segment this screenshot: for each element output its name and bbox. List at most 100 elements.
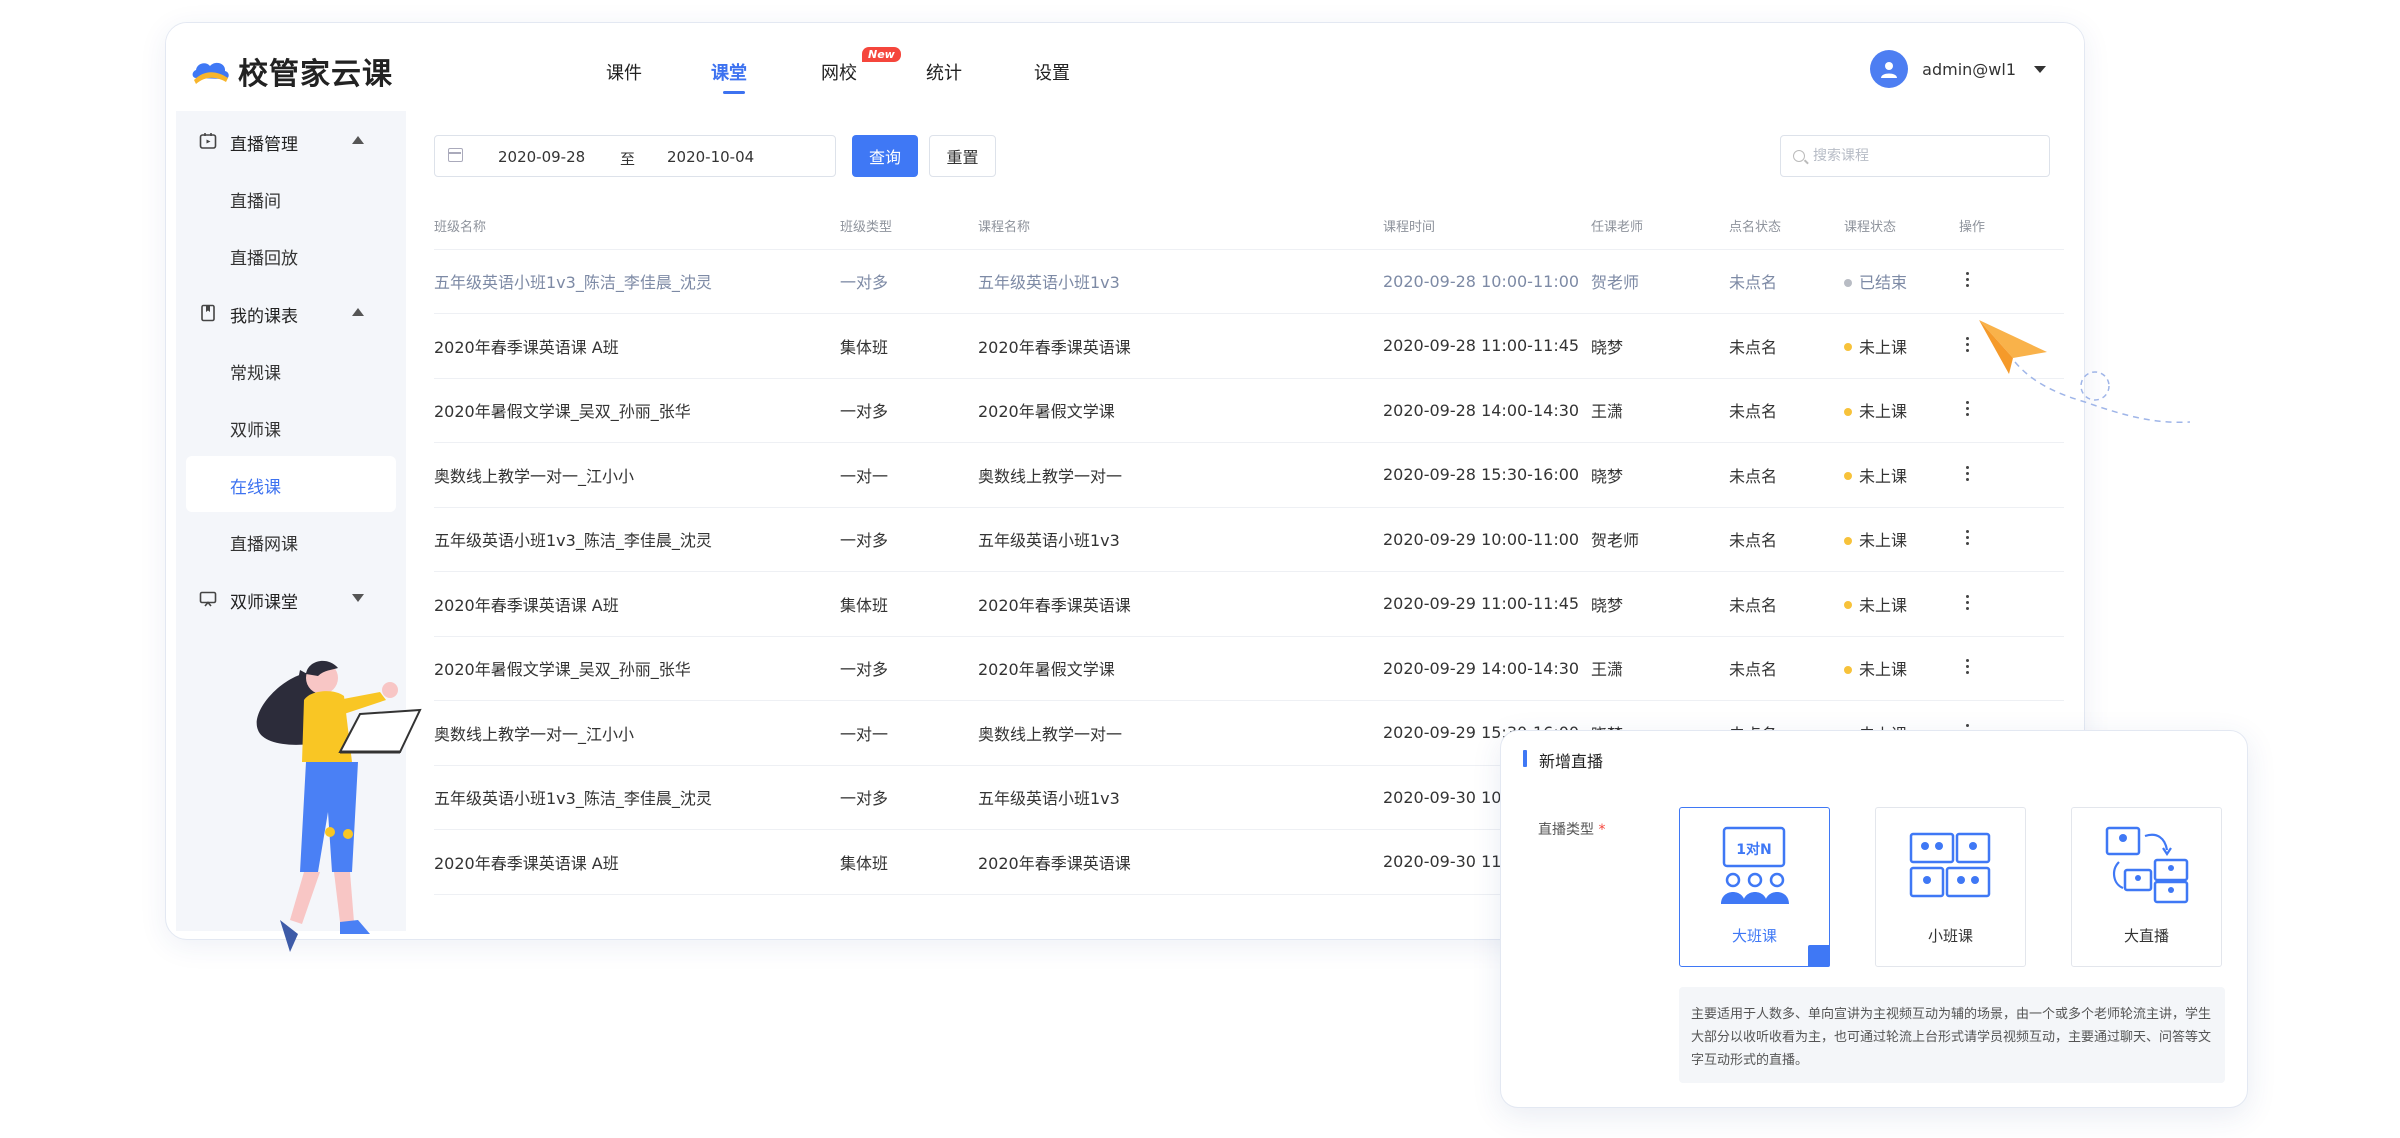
cell-actions	[1959, 442, 2064, 508]
table-row[interactable]: 2020年春季课英语课 A班 集体班 2020年春季课英语课 2020-09-28 1…	[434, 313, 2064, 379]
cell-time: 2020-09-29 10:00-11:00	[1383, 507, 1591, 572]
status-dot-icon	[1844, 536, 1852, 545]
status-dot-icon	[1844, 601, 1852, 610]
new-badge: New	[862, 47, 901, 62]
dialog-title: 新增直播	[1523, 748, 1603, 772]
table-row[interactable]: 五年级英语小班1v3_陈洁_李佳晨_沈灵 一对多 五年级英语小班1v3 2020-09…	[434, 507, 2064, 572]
status-text: 未上课	[1859, 660, 1908, 680]
sidebar-group-label: 我的课表	[230, 307, 298, 327]
cell-class-name: 五年级英语小班1v3_陈洁_李佳晨_沈灵	[434, 249, 840, 314]
sidebar-item-live-room[interactable]: 直播间	[186, 170, 396, 226]
more-actions-icon[interactable]	[1959, 335, 1975, 353]
avatar[interactable]	[1870, 50, 1909, 88]
nav-classroom[interactable]: 课堂	[711, 59, 747, 94]
date-end[interactable]: 2020-10-04	[667, 148, 754, 166]
course-search[interactable]	[1780, 135, 2050, 177]
cell-class-name: 奥数线上教学一对一_江小小	[434, 700, 840, 766]
cell-class-type: 一对多	[840, 765, 978, 830]
more-actions-icon[interactable]	[1959, 399, 1975, 417]
cell-class-type: 集体班	[840, 571, 978, 637]
cell-course: 2020年暑假文学课	[978, 378, 1383, 443]
option-label: 大直播	[2123, 927, 2169, 945]
cell-rollcall: 未点名	[1729, 571, 1844, 637]
cell-status: 未上课	[1844, 378, 1959, 443]
sidebar-group-my-schedule[interactable]: 我的课表	[176, 285, 406, 341]
live-type-option-large-class[interactable]: 1对N 大班课	[1679, 807, 1859, 980]
live-type-label: 直播类型 *	[1538, 819, 1605, 839]
logo-text: 校管家云课	[238, 57, 393, 92]
sidebar-item-regular-class[interactable]: 常规课	[186, 342, 396, 398]
column-header[interactable]: 任课老师	[1591, 203, 1729, 250]
sidebar-group-dual-teacher-classroom[interactable]: 双师课堂	[176, 571, 406, 627]
table-row[interactable]: 2020年春季课英语课 A班 集体班 2020年春季课英语课 2020-09-29 1…	[434, 571, 2064, 637]
sidebar-item-dual-teacher-class[interactable]: 双师课	[186, 399, 396, 455]
cell-status: 未上课	[1844, 313, 1959, 379]
query-button[interactable]: 查询	[852, 135, 918, 177]
cell-actions	[1959, 571, 2064, 637]
live-type-option-big-live[interactable]: 大直播	[2071, 807, 2222, 967]
more-actions-icon[interactable]	[1959, 593, 1975, 611]
table-row[interactable]: 奥数线上教学一对一_江小小 一对一 奥数线上教学一对一 2020-09-28 15:3…	[434, 442, 2064, 508]
status-text: 未上课	[1859, 466, 1908, 486]
live-type-option-small-class[interactable]: 小班课	[1875, 807, 2026, 967]
brand-logo[interactable]: 校管家云课	[190, 49, 393, 93]
nav-label: 统计	[926, 63, 962, 84]
cell-time: 2020-09-28 11:00-11:45	[1383, 313, 1591, 379]
chevron-down-icon[interactable]	[2034, 65, 2046, 73]
sidebar-item-online-class[interactable]: 在线课	[186, 456, 396, 512]
cell-class-name: 五年级英语小班1v3_陈洁_李佳晨_沈灵	[434, 765, 840, 830]
nav-statistics[interactable]: 统计	[926, 59, 962, 85]
cell-course: 五年级英语小班1v3	[978, 249, 1383, 314]
active-nav-indicator	[723, 91, 745, 94]
sidebar-item-live-online-class[interactable]: 直播网课	[186, 513, 396, 569]
sidebar-group-live-management[interactable]: 直播管理	[176, 113, 406, 169]
status-dot-icon	[1844, 278, 1852, 287]
user-icon	[1881, 62, 1898, 78]
chevron-up-icon	[352, 136, 364, 144]
date-start[interactable]: 2020-09-28	[498, 148, 585, 166]
cell-teacher: 晓梦	[1591, 442, 1729, 508]
column-header[interactable]: 课程时间	[1383, 203, 1591, 250]
table-row[interactable]: 五年级英语小班1v3_陈洁_李佳晨_沈灵 一对多 五年级英语小班1v3 2020-09…	[434, 249, 2064, 314]
date-range-picker[interactable]: 2020-09-28 至 2020-10-04	[434, 135, 836, 177]
sidebar-item-live-replay[interactable]: 直播回放	[186, 227, 396, 283]
table-row[interactable]: 2020年暑假文学课_吴双_孙丽_张华 一对多 2020年暑假文学课 2020-09-…	[434, 636, 2064, 701]
cell-teacher: 王潇	[1591, 636, 1729, 701]
search-input[interactable]	[1813, 144, 2043, 168]
nav-courseware[interactable]: 课件	[606, 59, 642, 85]
cell-course: 奥数线上教学一对一	[978, 442, 1383, 508]
status-text: 未上课	[1859, 337, 1908, 357]
selected-check-icon	[1808, 945, 1859, 980]
live-type-description: 主要适用于人数多、单向宣讲为主视频互动为辅的场景，由一个或多个老师轮流主讲，学生…	[1679, 987, 2225, 1083]
more-actions-icon[interactable]	[1959, 464, 1975, 482]
more-actions-icon[interactable]	[1959, 270, 1975, 288]
cell-teacher: 贺老师	[1591, 249, 1729, 314]
cell-rollcall: 未点名	[1729, 378, 1844, 443]
cell-course: 奥数线上教学一对一	[978, 700, 1383, 766]
nav-settings[interactable]: 设置	[1034, 59, 1070, 85]
more-actions-icon[interactable]	[1959, 657, 1975, 675]
column-header[interactable]: 点名状态	[1729, 203, 1844, 250]
column-header[interactable]: 课程名称	[978, 203, 1383, 250]
cell-course: 2020年春季课英语课	[978, 829, 1383, 895]
reset-button[interactable]: 重置	[929, 135, 996, 177]
cell-class-type: 一对一	[840, 700, 978, 766]
column-header[interactable]: 班级名称	[434, 203, 840, 250]
user-menu[interactable]: admin@wl1	[1870, 50, 2046, 88]
top-navigation-bar: 校管家云课 课件 课堂 网校 New 统计 设置 admin@wl1	[166, 23, 2084, 108]
cell-teacher: 王潇	[1591, 378, 1729, 443]
more-actions-icon[interactable]	[1959, 528, 1975, 546]
nav-online-school[interactable]: 网校 New	[821, 47, 901, 85]
column-header[interactable]: 课程状态	[1844, 203, 1959, 250]
required-mark: *	[1598, 822, 1606, 838]
cell-status: 未上课	[1844, 571, 1959, 637]
nav-label: 设置	[1034, 63, 1070, 84]
option-label: 小班课	[1927, 927, 1973, 945]
sidebar-item-label: 在线课	[230, 478, 281, 498]
girl-with-laptop-illustration	[256, 660, 422, 952]
nav-label: 课堂	[711, 63, 747, 84]
cell-status: 未上课	[1844, 636, 1959, 701]
column-header[interactable]: 班级类型	[840, 203, 978, 250]
table-row[interactable]: 2020年暑假文学课_吴双_孙丽_张华 一对多 2020年暑假文学课 2020-09-…	[434, 378, 2064, 443]
cell-rollcall: 未点名	[1729, 249, 1844, 314]
